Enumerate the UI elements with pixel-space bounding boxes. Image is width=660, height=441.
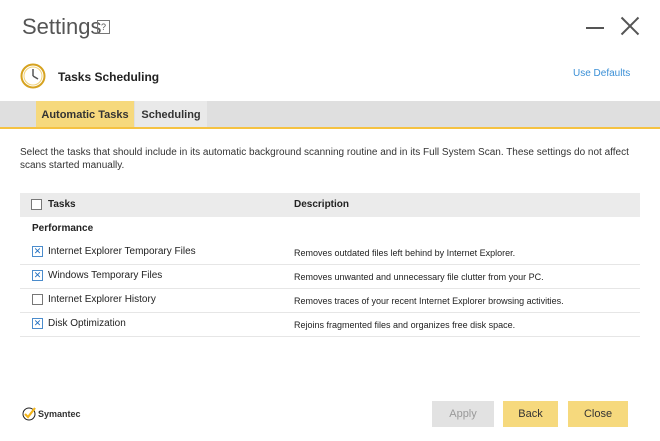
- task-name: Internet Explorer History: [48, 294, 156, 305]
- group-label: Performance: [32, 223, 94, 234]
- table-row: Internet Explorer History Removes traces…: [20, 288, 640, 313]
- task-name: Internet Explorer Temporary Files: [48, 246, 196, 257]
- description-column-header: Description: [294, 199, 350, 210]
- select-all-checkbox[interactable]: [31, 199, 42, 210]
- task-name: Windows Temporary Files: [48, 270, 163, 281]
- tasks-column-header: Tasks: [48, 199, 76, 210]
- task-description: Removes outdated files left behind by In…: [294, 248, 516, 258]
- task-checkbox[interactable]: [32, 270, 43, 281]
- table-row: Internet Explorer Temporary Files Remove…: [20, 240, 640, 265]
- section-title: Tasks Scheduling: [58, 70, 160, 84]
- table-header: Tasks Description: [20, 193, 640, 217]
- task-checkbox[interactable]: [32, 318, 43, 329]
- help-icon[interactable]: ?: [97, 20, 110, 34]
- tab-scheduling[interactable]: Scheduling: [135, 101, 207, 127]
- intro-text: Select the tasks that should include in …: [20, 147, 629, 171]
- title-bar: Settings ?: [0, 0, 660, 56]
- tab-automatic-tasks[interactable]: Automatic Tasks: [36, 101, 134, 127]
- use-defaults-link[interactable]: Use Defaults: [573, 68, 630, 79]
- task-name: Disk Optimization: [48, 318, 126, 329]
- table-row: Windows Temporary Files Removes unwanted…: [20, 264, 640, 289]
- close-button[interactable]: Close: [568, 401, 628, 427]
- brand-logo: Symantec: [22, 406, 81, 422]
- task-description: Removes unwanted and unnecessary file cl…: [294, 272, 544, 282]
- task-checkbox[interactable]: [32, 294, 43, 305]
- tab-bar: Automatic Tasks Scheduling: [0, 101, 660, 129]
- task-description: Rejoins fragmented files and organizes f…: [294, 320, 516, 330]
- checkmark-logo-icon: [22, 407, 36, 421]
- clock-icon: [20, 63, 46, 89]
- minimize-icon[interactable]: [586, 27, 604, 29]
- window-title: Settings: [22, 14, 102, 39]
- brand-name: Symantec: [38, 409, 81, 419]
- task-description: Removes traces of your recent Internet E…: [294, 296, 564, 306]
- apply-button[interactable]: Apply: [432, 401, 494, 427]
- table-row: Disk Optimization Rejoins fragmented fil…: [20, 312, 640, 337]
- close-icon[interactable]: [620, 16, 640, 36]
- task-checkbox[interactable]: [32, 246, 43, 257]
- back-button[interactable]: Back: [503, 401, 558, 427]
